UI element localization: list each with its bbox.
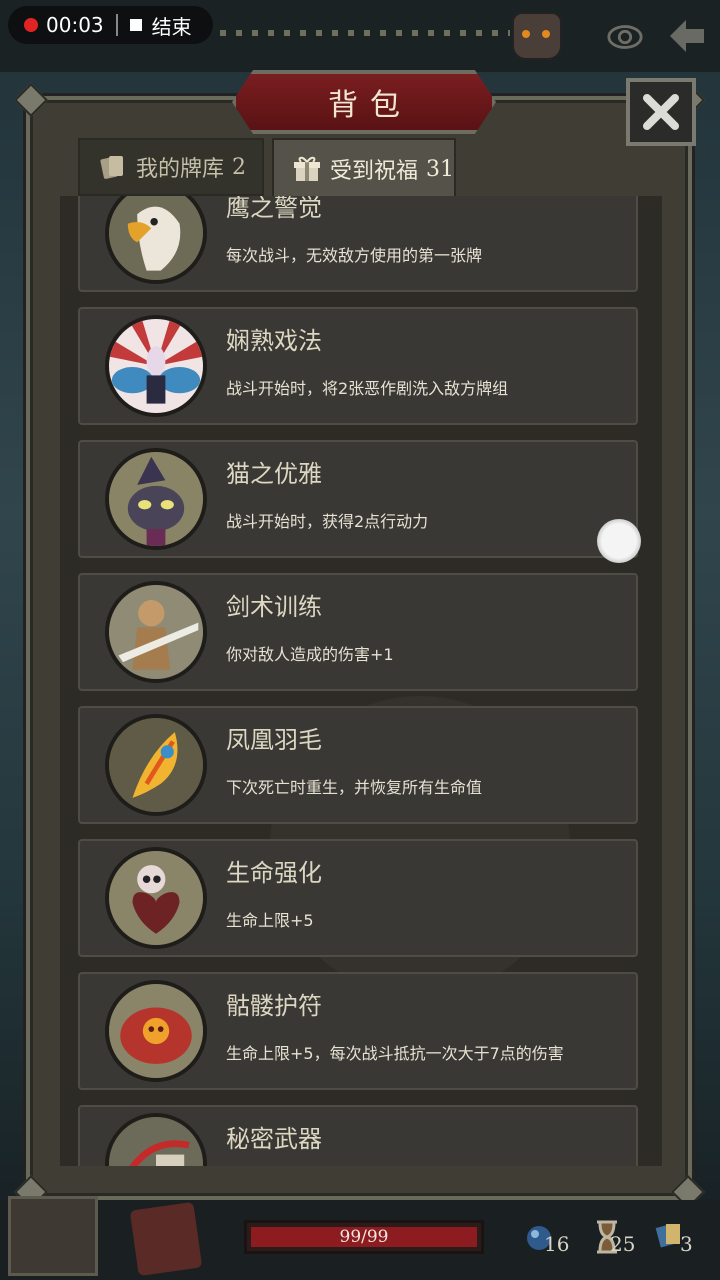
boss-icon (512, 12, 562, 60)
blessing-list[interactable]: 鹰之警觉 每次战斗，无效敌方使用的第一张牌 娴熟戏法 战斗开始时，将2张恶作剧洗… (60, 196, 662, 1166)
divider (115, 14, 118, 36)
mana-count: 16 (544, 1232, 570, 1256)
skull-heart-icon (105, 847, 207, 949)
blessing-card[interactable]: 凤凰羽毛 下次死亡时重生，并恢复所有生命值 (78, 706, 638, 824)
eye-icon[interactable] (606, 18, 644, 56)
blessing-desc: 生命上限+5，每次战斗抵抗一次大于7点的伤害 (226, 1044, 564, 1063)
blessing-desc: 每次战斗，无效敌方使用的第一张牌 (226, 246, 483, 265)
hp-text: 99/99 (339, 1227, 389, 1247)
blessing-name: 剑术训练 (226, 593, 322, 621)
witch-cat-icon (105, 448, 207, 550)
blessing-card[interactable]: 剑术训练 你对敌人造成的伤害+1 (78, 573, 638, 691)
blessing-card[interactable]: 骷髅护符 生命上限+5，每次战斗抵抗一次大于7点的伤害 (78, 972, 638, 1090)
cards-icon (100, 156, 123, 179)
blessing-card[interactable]: 鹰之警觉 每次战斗，无效敌方使用的第一张牌 (78, 196, 638, 292)
blessing-name: 娴熟戏法 (226, 327, 322, 355)
treasure-chest-icon[interactable] (8, 1196, 98, 1276)
tab-label: 我的牌库 (136, 157, 225, 182)
panel-title: 背包 (328, 88, 412, 123)
tab-count: 31 (426, 156, 454, 182)
tab-label: 受到祝福 (330, 159, 419, 184)
stop-icon (129, 19, 142, 31)
blessing-name: 凤凰羽毛 (226, 726, 322, 754)
blessing-name: 骷髅护符 (226, 992, 322, 1020)
blessing-card[interactable]: 秘密武器 (78, 1105, 638, 1166)
tab-count: 2 (232, 154, 247, 180)
blessing-name: 生命强化 (226, 859, 322, 887)
recording-time: 00:03 (46, 13, 104, 37)
eagle-icon (105, 196, 207, 284)
blessing-desc: 你对敌人造成的伤害+1 (226, 645, 394, 664)
tab-blessings[interactable]: 受到祝福 31 (272, 138, 456, 198)
spellbook-icon[interactable] (129, 1201, 203, 1277)
phoenix-feather-icon (105, 714, 207, 816)
blessing-desc: 战斗开始时，将2张恶作剧洗入敌方牌组 (226, 379, 509, 398)
blessing-name: 鹰之警觉 (226, 196, 322, 222)
blessing-desc: 下次死亡时重生，并恢复所有生命值 (226, 778, 483, 797)
map-progress-path (220, 30, 510, 36)
screen-recording-pill[interactable]: 00:03 结束 (8, 6, 213, 44)
blessing-card[interactable]: 猫之优雅 战斗开始时，获得2点行动力 (78, 440, 638, 558)
close-icon (643, 94, 679, 130)
touch-indicator (597, 519, 641, 563)
blessing-card[interactable]: 生命强化 生命上限+5 (78, 839, 638, 957)
blessing-card[interactable]: 娴熟戏法 战斗开始时，将2张恶作剧洗入敌方牌组 (78, 307, 638, 425)
rabbit-magician-icon (105, 315, 207, 417)
swordsman-icon (105, 581, 207, 683)
gift-icon (294, 156, 320, 181)
title-ribbon: 背包 (232, 70, 496, 134)
tab-my-deck[interactable]: 我的牌库 2 (78, 138, 264, 196)
blessing-desc: 生命上限+5 (226, 911, 314, 930)
blessing-name: 秘密武器 (226, 1125, 322, 1153)
card-count: 3 (680, 1232, 693, 1256)
hp-bar: 99/99 (244, 1220, 484, 1254)
recording-stop-label[interactable]: 结束 (152, 11, 192, 40)
back-arrow-icon[interactable] (664, 14, 708, 58)
skull-amulet-icon (105, 980, 207, 1082)
blessing-name: 猫之优雅 (226, 460, 322, 488)
turn-count: 25 (610, 1232, 636, 1256)
recording-dot-icon (24, 18, 38, 32)
close-button[interactable] (626, 78, 696, 146)
blessing-desc: 战斗开始时，获得2点行动力 (226, 512, 429, 531)
secret-weapon-icon (105, 1113, 207, 1166)
